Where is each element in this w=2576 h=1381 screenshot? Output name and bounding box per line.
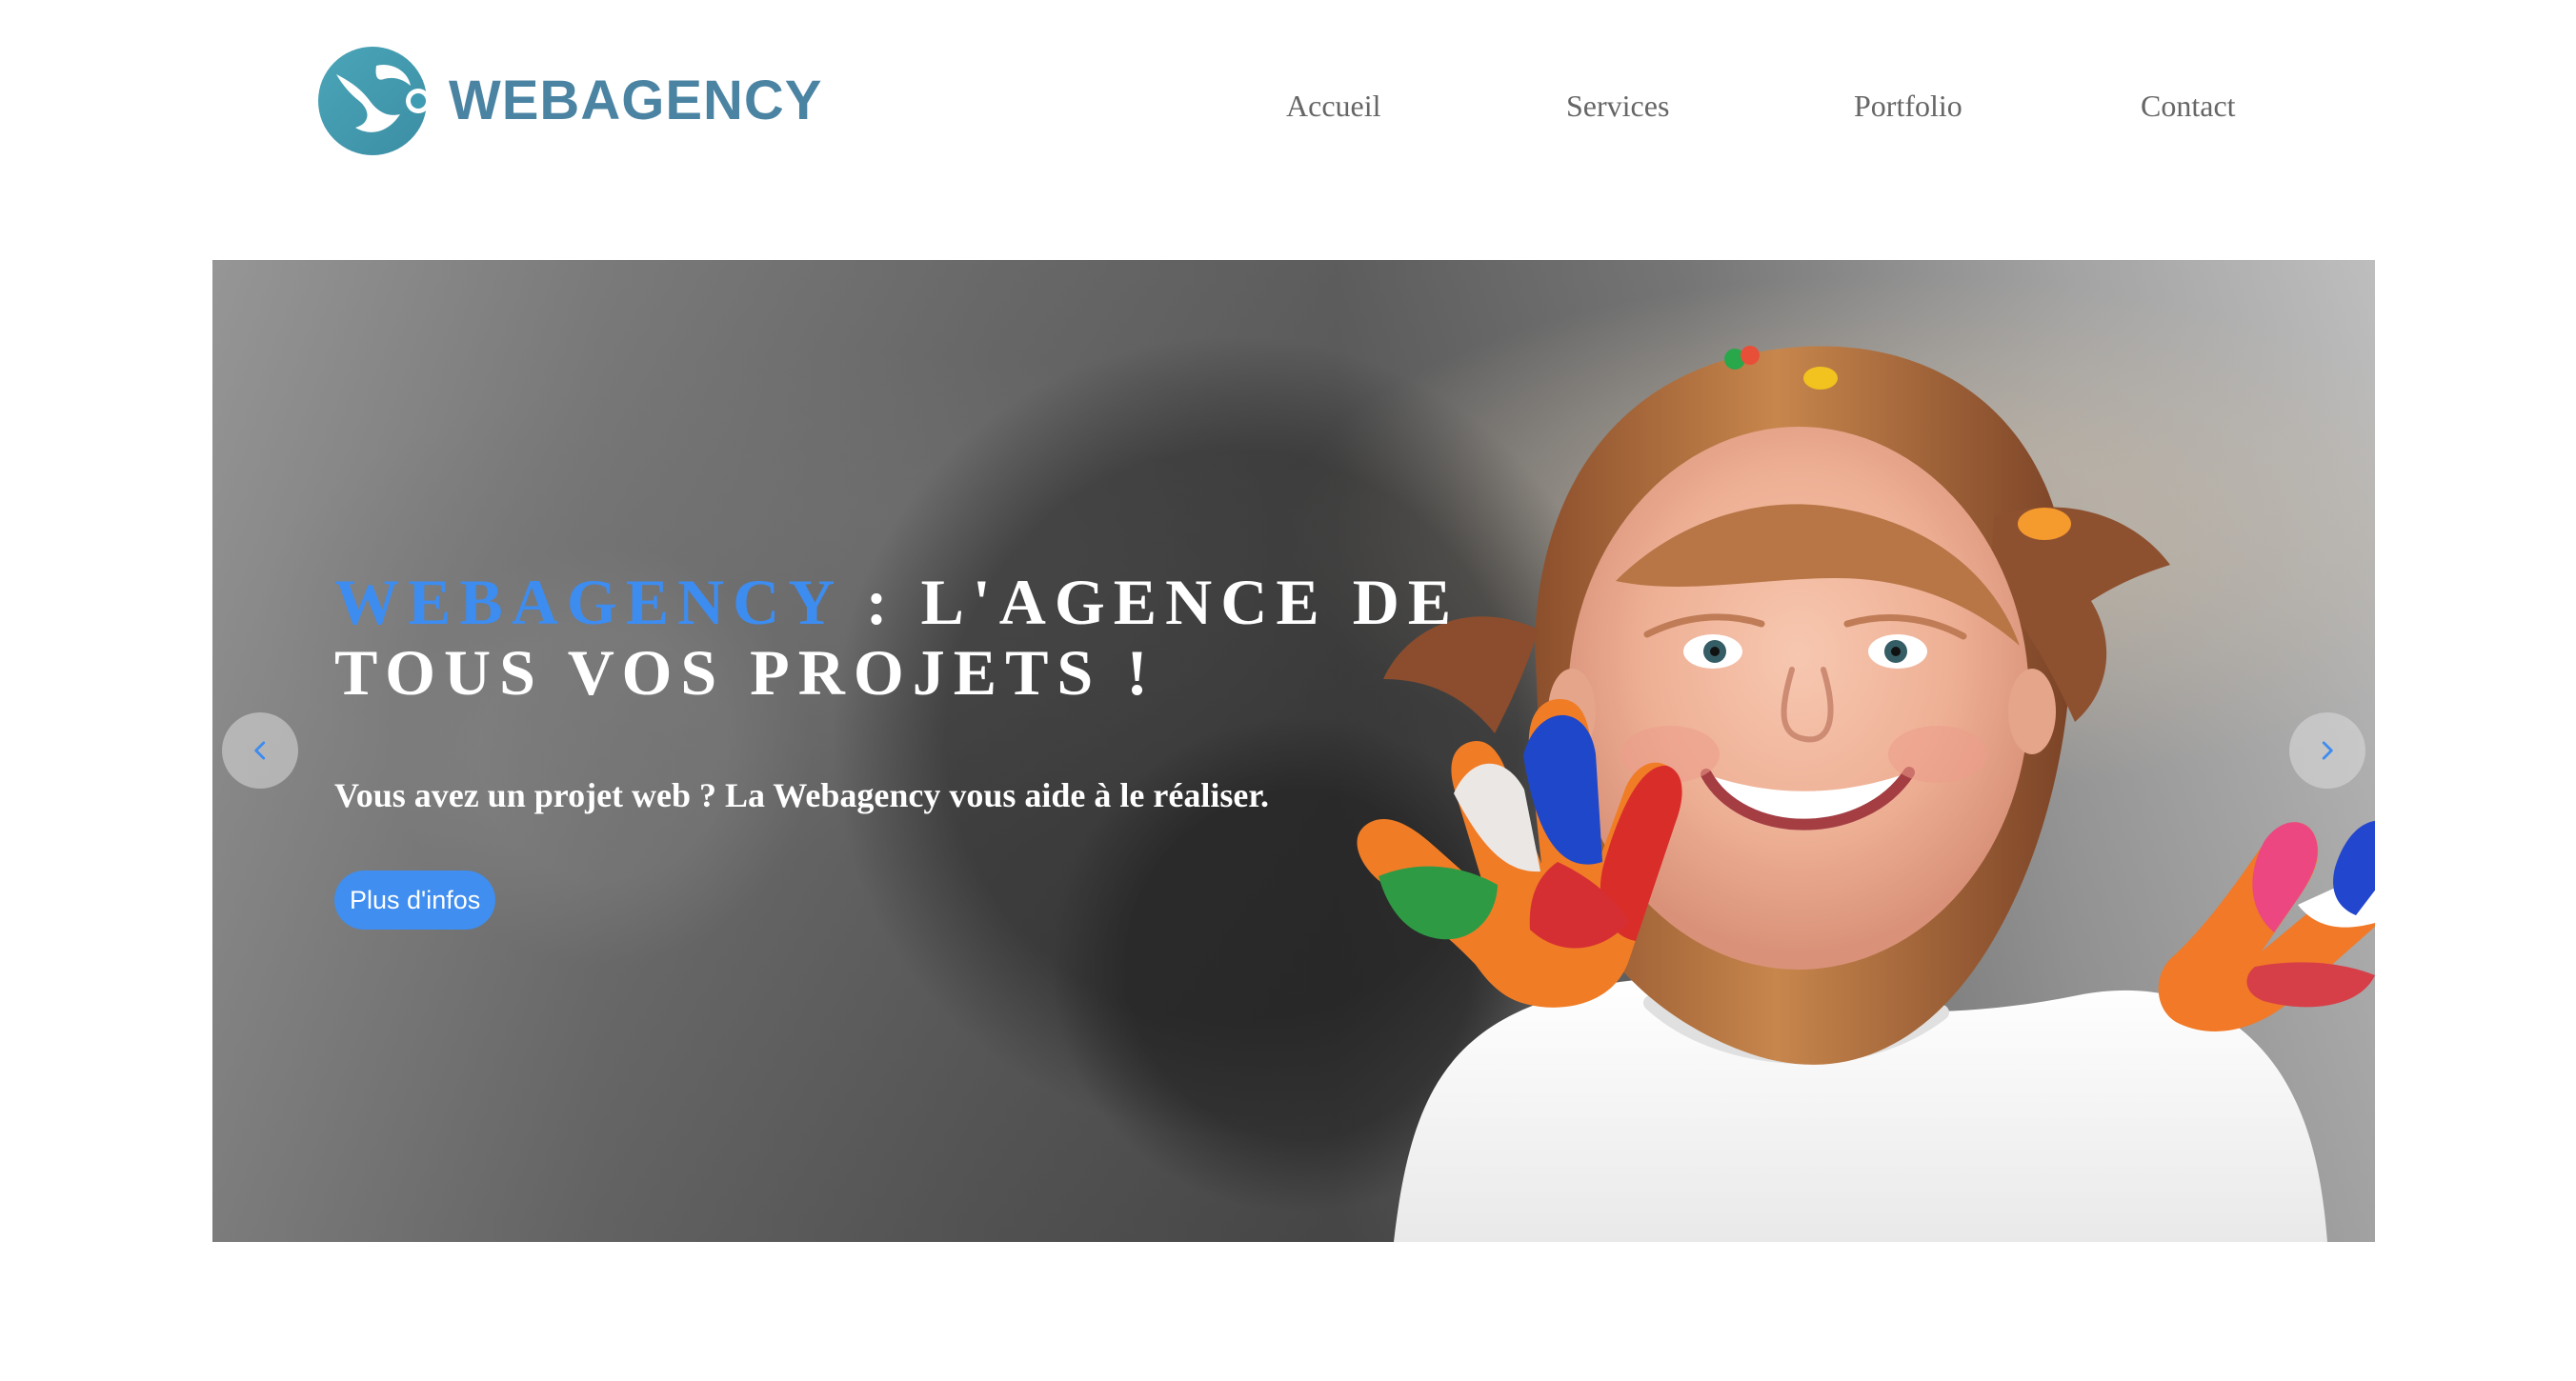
more-info-button[interactable]: Plus d'infos bbox=[334, 871, 496, 930]
nav-item-services[interactable]: Services bbox=[1566, 82, 1669, 130]
chevron-right-icon bbox=[2322, 741, 2333, 760]
nav-item-accueil[interactable]: Accueil bbox=[1286, 82, 1381, 130]
nav-item-contact[interactable]: Contact bbox=[2141, 82, 2236, 130]
main-navigation: Accueil Services Portfolio Contact bbox=[0, 82, 2576, 130]
webagency-page: WEBAGENCY Accueil Services Portfolio Con… bbox=[0, 0, 2576, 1381]
hero-subtitle: Vous avez un projet web ? La Webagency v… bbox=[334, 776, 1270, 814]
carousel-previous-button[interactable] bbox=[222, 712, 298, 789]
hero-content: WEBAGENCY : L'AGENCE DE TOUS VOS PROJETS… bbox=[334, 567, 1582, 816]
carousel-next-button[interactable] bbox=[2289, 712, 2365, 789]
nav-item-portfolio[interactable]: Portfolio bbox=[1854, 82, 1962, 130]
hero-title: WEBAGENCY : L'AGENCE DE TOUS VOS PROJETS… bbox=[334, 567, 1582, 708]
site-header: WEBAGENCY Accueil Services Portfolio Con… bbox=[0, 0, 2576, 229]
hero-carousel: WEBAGENCY : L'AGENCE DE TOUS VOS PROJETS… bbox=[212, 260, 2375, 1242]
chevron-left-icon bbox=[254, 741, 266, 760]
hero-title-accent: WEBAGENCY bbox=[334, 566, 841, 638]
